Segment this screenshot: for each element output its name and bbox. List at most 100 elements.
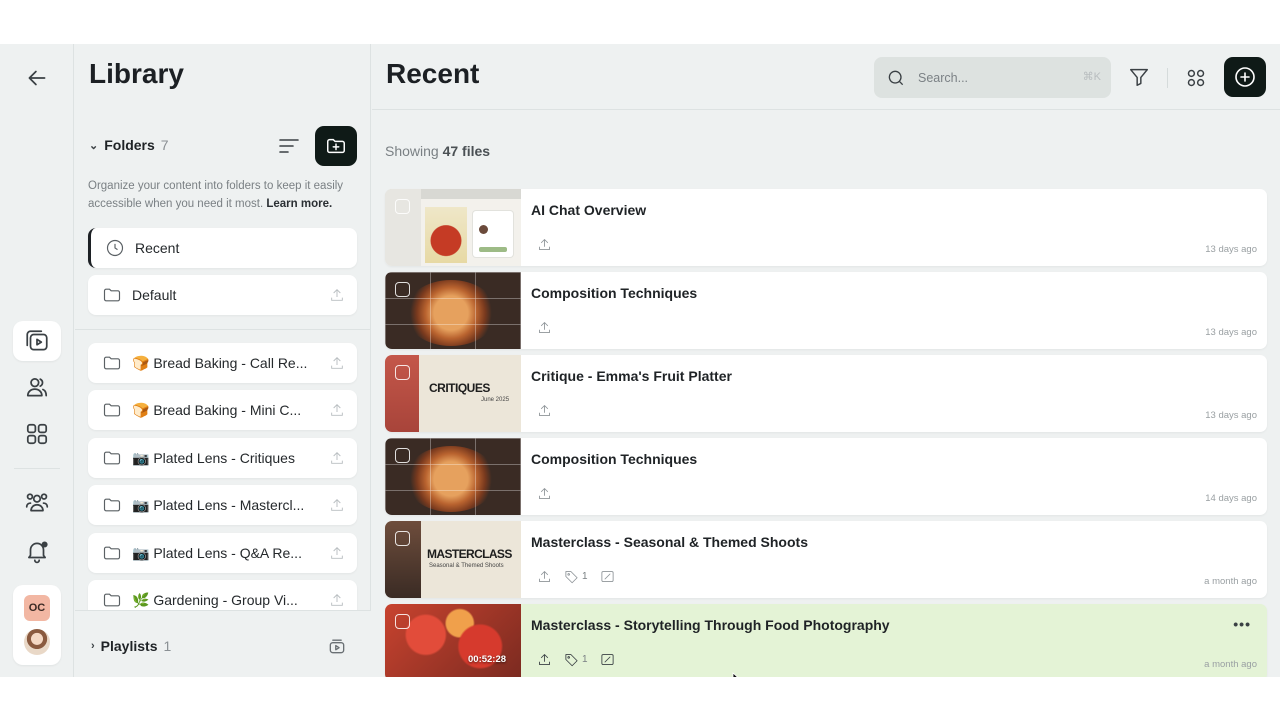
file-date: 14 days ago <box>1205 493 1257 504</box>
header-divider <box>1167 68 1168 88</box>
upload-icon[interactable] <box>329 450 345 466</box>
playlists-toggle[interactable]: › Playlists 1 <box>91 638 171 654</box>
select-checkbox[interactable] <box>395 282 410 297</box>
plus-circle-icon <box>1235 67 1255 87</box>
folder-label: 🌿 Gardening - Group Vi... <box>132 591 298 608</box>
filter-button[interactable] <box>1128 66 1150 88</box>
file-date: 13 days ago <box>1205 410 1257 421</box>
nav-community-button[interactable] <box>13 482 61 522</box>
select-checkbox[interactable] <box>395 614 410 629</box>
new-folder-button[interactable] <box>315 126 357 166</box>
file-thumbnail[interactable]: CRITIQUES June 2025 <box>385 355 521 432</box>
folder-label: Default <box>132 287 177 303</box>
back-button[interactable] <box>13 58 61 98</box>
upload-icon[interactable] <box>329 545 345 561</box>
add-playlist-button[interactable] <box>327 636 347 656</box>
file-actions <box>537 486 552 501</box>
edit-icon[interactable] <box>600 569 615 584</box>
community-icon <box>25 493 49 512</box>
tag-icon <box>565 654 578 667</box>
more-options-button[interactable]: ••• <box>1233 616 1251 632</box>
sort-button[interactable] <box>277 136 301 156</box>
folder-item[interactable]: 📷 Plated Lens - Critiques <box>88 438 357 478</box>
folders-count: 7 <box>160 137 169 153</box>
file-title[interactable]: Composition Techniques <box>531 451 697 467</box>
folder-icon <box>102 590 122 610</box>
folder-item[interactable]: 📷 Plated Lens - Q&A Re... <box>88 533 357 573</box>
share-upload-icon[interactable] <box>537 652 552 667</box>
share-upload-icon[interactable] <box>537 486 552 501</box>
file-thumbnail[interactable] <box>385 438 521 515</box>
search-icon <box>888 70 904 85</box>
folder-item[interactable]: 🍞 Bread Baking - Call Re... <box>88 343 357 383</box>
file-title[interactable]: Masterclass - Seasonal & Themed Shoots <box>531 534 808 550</box>
upload-icon[interactable] <box>329 592 345 608</box>
file-title[interactable]: Composition Techniques <box>531 285 697 301</box>
thumbnail-title: CRITIQUES <box>429 381 490 395</box>
file-actions: 1 <box>537 652 615 667</box>
nav-apps-button[interactable] <box>13 414 61 454</box>
file-row[interactable]: CRITIQUES June 2025 Critique - Emma's Fr… <box>385 355 1267 432</box>
apps-grid-icon <box>26 423 48 445</box>
share-upload-icon[interactable] <box>537 403 552 418</box>
file-thumbnail[interactable] <box>385 189 521 266</box>
folders-label: Folders <box>104 137 155 153</box>
add-button[interactable] <box>1224 57 1266 97</box>
grid-view-button[interactable] <box>1185 67 1207 89</box>
file-date: a month ago <box>1204 659 1257 670</box>
file-row[interactable]: AI Chat Overview 13 days ago <box>385 189 1267 266</box>
upload-icon[interactable] <box>329 402 345 418</box>
clock-icon <box>105 238 125 258</box>
learn-more-link[interactable]: Learn more. <box>266 198 332 210</box>
bell-icon <box>28 541 48 564</box>
tag-count: 1 <box>582 571 588 582</box>
playlists-label: Playlists <box>100 638 158 654</box>
chevron-down-icon: ⌄ <box>89 139 99 152</box>
share-upload-icon[interactable] <box>537 237 552 252</box>
tag-icon <box>565 571 578 584</box>
search-input[interactable] <box>918 70 1068 85</box>
select-checkbox[interactable] <box>395 365 410 380</box>
file-row[interactable]: Composition Techniques 14 days ago <box>385 438 1267 515</box>
select-checkbox[interactable] <box>395 199 410 214</box>
icon-rail: OC <box>0 44 74 677</box>
nav-people-button[interactable] <box>13 367 61 407</box>
folders-toggle[interactable]: ⌄ Folders 7 <box>89 137 169 153</box>
folder-item[interactable]: 📷 Plated Lens - Mastercl... <box>88 485 357 525</box>
file-row[interactable]: MASTERCLASS Seasonal & Themed Shoots Mas… <box>385 521 1267 598</box>
file-actions: 1 <box>537 569 615 584</box>
edit-icon[interactable] <box>600 652 615 667</box>
nav-notifications-button[interactable] <box>13 531 61 571</box>
file-date: 13 days ago <box>1205 327 1257 338</box>
file-row[interactable]: 00:52:28 Masterclass - Storytelling Thro… <box>385 604 1267 677</box>
upload-icon[interactable] <box>329 355 345 371</box>
share-upload-icon[interactable] <box>537 569 552 584</box>
folder-label: 📷 Plated Lens - Mastercl... <box>132 496 305 513</box>
arrow-left-icon <box>28 70 46 86</box>
account-switcher[interactable]: OC <box>13 585 61 665</box>
library-panel: Library ⌄ Folders 7 Organize your conten… <box>75 44 371 677</box>
folder-item-recent[interactable]: Recent <box>88 228 357 268</box>
file-row[interactable]: Composition Techniques 13 days ago <box>385 272 1267 349</box>
file-title[interactable]: AI Chat Overview <box>531 202 646 218</box>
folder-item-default[interactable]: Default <box>88 275 357 315</box>
select-checkbox[interactable] <box>395 448 410 463</box>
folder-item[interactable]: 🍞 Bread Baking - Mini C... <box>88 390 357 430</box>
tags-button[interactable]: 1 <box>564 652 588 667</box>
workspace-badge[interactable]: OC <box>24 595 50 621</box>
upload-icon[interactable] <box>329 287 345 303</box>
file-thumbnail[interactable] <box>385 272 521 349</box>
search-bar[interactable]: ⌘K <box>874 57 1111 98</box>
nav-library-button[interactable] <box>13 321 61 361</box>
file-title[interactable]: Masterclass - Storytelling Through Food … <box>531 617 890 633</box>
file-title[interactable]: Critique - Emma's Fruit Platter <box>531 368 732 384</box>
file-actions <box>537 320 552 335</box>
app-window: OC Library ⌄ Folders 7 Organize your con… <box>0 44 1280 677</box>
tags-button[interactable]: 1 <box>564 569 588 584</box>
avatar[interactable] <box>24 629 50 655</box>
file-thumbnail[interactable]: 00:52:28 <box>385 604 521 677</box>
share-upload-icon[interactable] <box>537 320 552 335</box>
upload-icon[interactable] <box>329 497 345 513</box>
file-thumbnail[interactable]: MASTERCLASS Seasonal & Themed Shoots <box>385 521 521 598</box>
select-checkbox[interactable] <box>395 531 410 546</box>
